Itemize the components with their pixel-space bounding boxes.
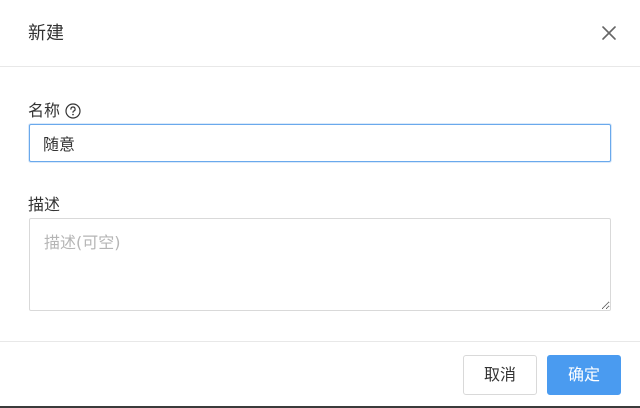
name-label-row: 名称 — [28, 100, 81, 122]
question-circle-icon[interactable] — [65, 103, 81, 119]
dialog-header: 新建 — [0, 0, 640, 67]
cancel-button[interactable]: 取消 — [463, 355, 537, 395]
name-label: 名称 — [28, 101, 61, 120]
create-dialog: 新建 名称 描述 取消 确定 — [0, 0, 640, 408]
description-label: 描述 — [28, 195, 61, 214]
description-textarea[interactable] — [29, 218, 611, 311]
dialog-footer: 取消 确定 — [0, 341, 640, 408]
confirm-button[interactable]: 确定 — [547, 355, 621, 395]
description-label-row: 描述 — [28, 194, 60, 216]
dialog-title: 新建 — [28, 23, 64, 44]
close-icon[interactable] — [600, 24, 618, 42]
dialog-body: 名称 描述 — [0, 67, 640, 341]
name-input[interactable] — [29, 124, 611, 162]
